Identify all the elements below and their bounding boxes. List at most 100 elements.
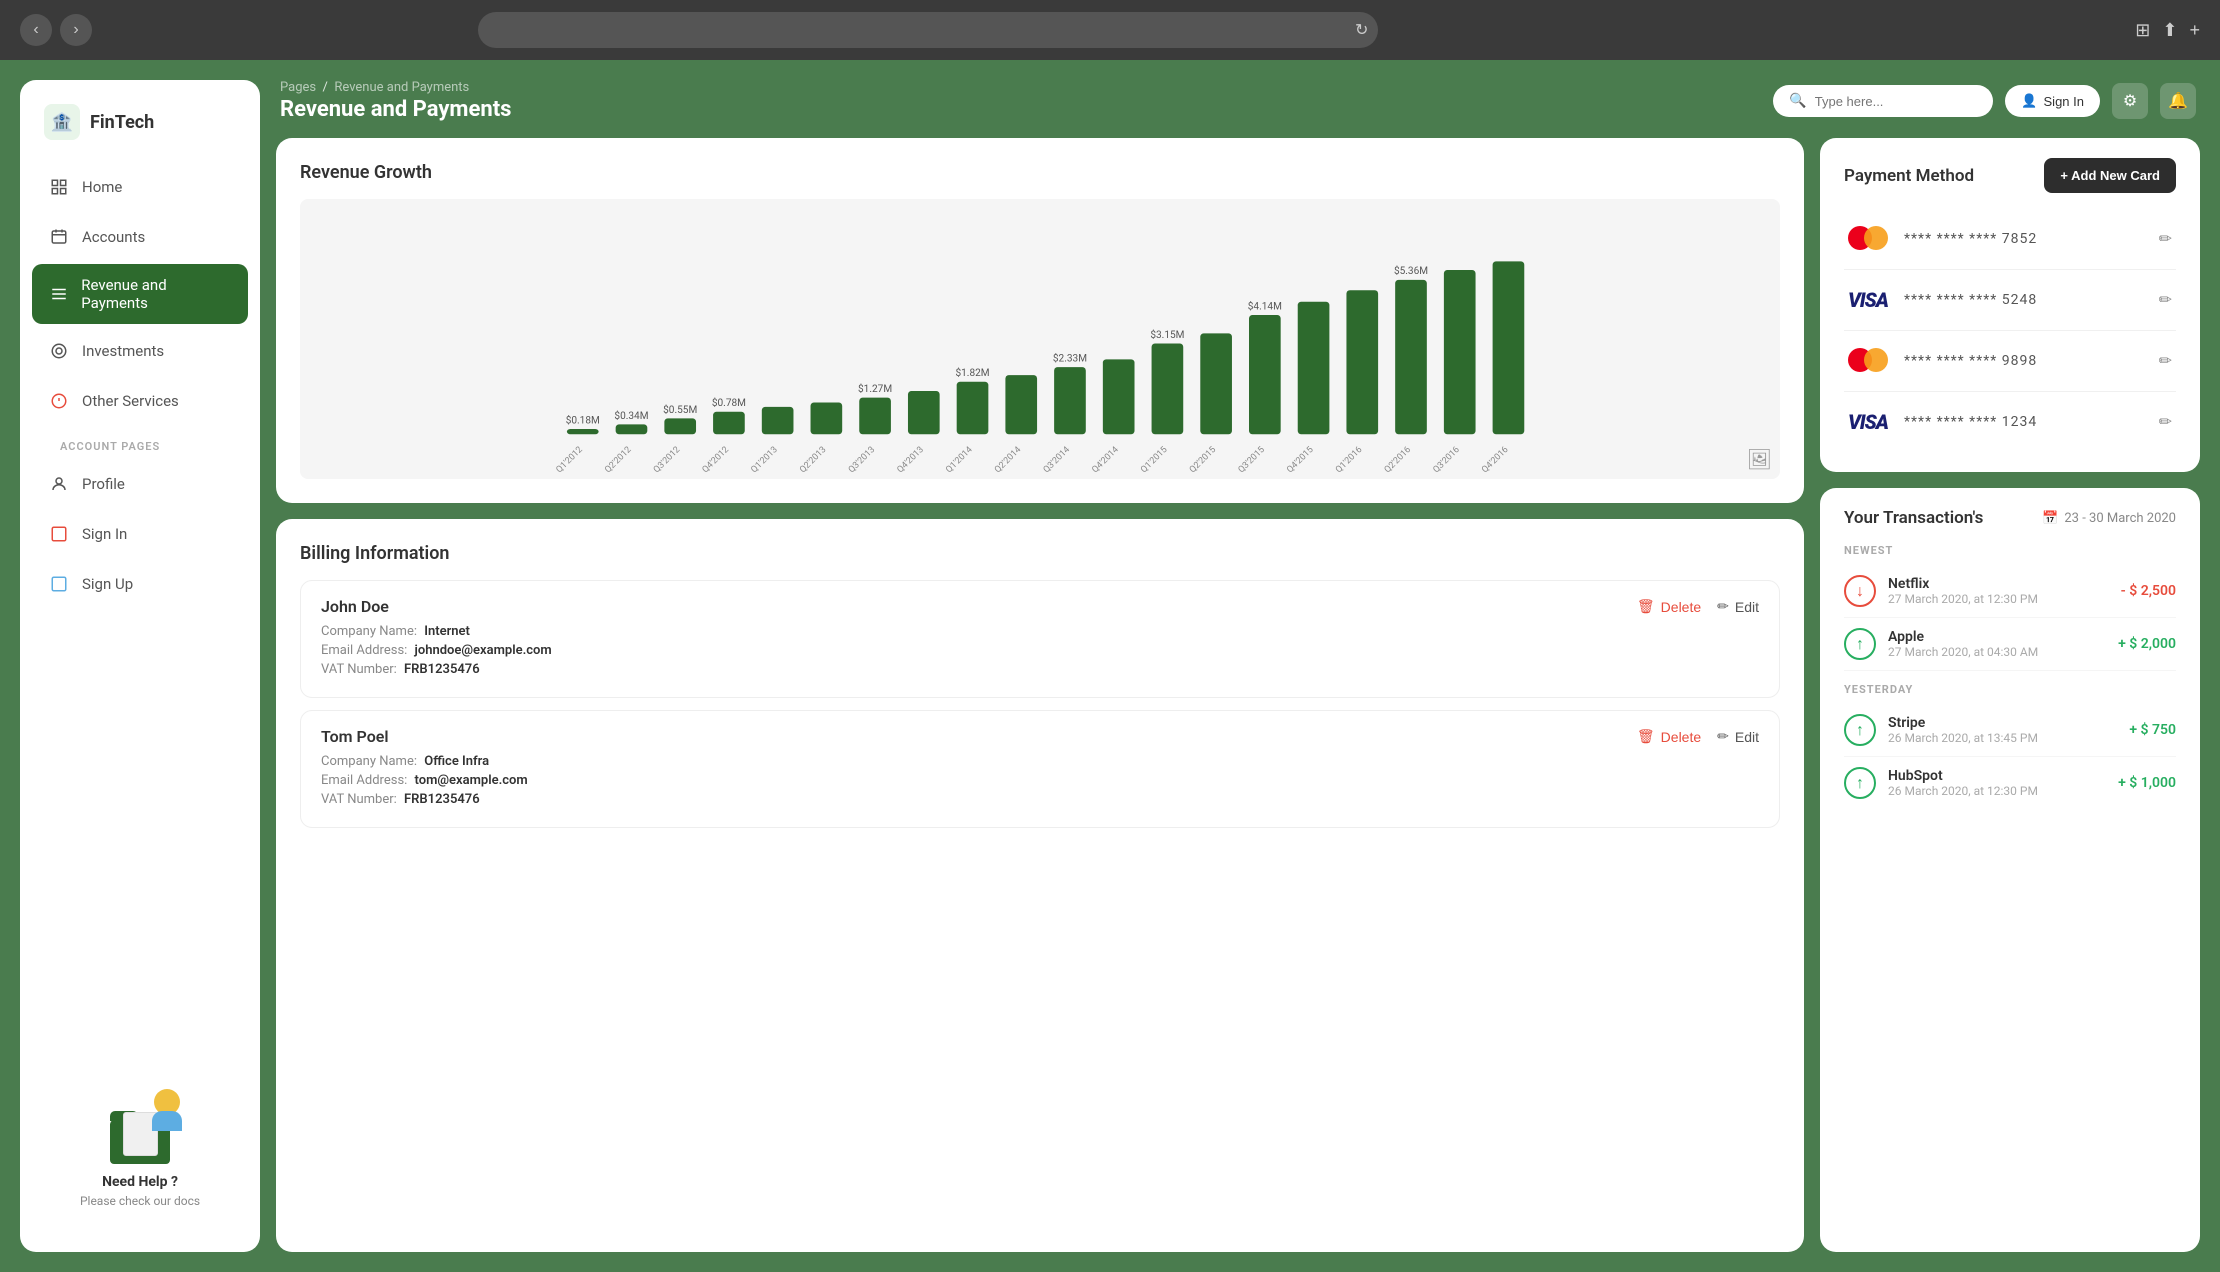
sidebar: 🏦 FinTech Home [20,80,260,1252]
address-bar: ↻ [478,12,1378,48]
sidebar-item-signin[interactable]: Sign In [32,511,248,557]
nav-arrows: ‹ › [20,14,92,46]
browser-chrome: ‹ › ↻ ⊞ ⬆ + [0,0,2220,60]
sidebar-item-revenue[interactable]: Revenue and Payments [32,264,248,324]
transaction-info-stripe: Stripe 26 March 2020, at 13:45 PM [1888,715,2129,745]
refresh-button[interactable]: ↻ [1355,20,1368,40]
signup-label: Sign Up [82,575,133,593]
date-range: 📅 23 - 30 March 2020 [2042,511,2176,526]
svg-text:$5.36M: $5.36M [1394,264,1428,277]
url-input[interactable] [478,12,1378,48]
add-button[interactable]: + [2189,20,2200,41]
settings-button[interactable]: ⚙ [2112,83,2148,119]
card-edit-button-2[interactable]: ✏ [2155,347,2176,375]
transaction-name-hubspot: HubSpot [1888,768,2118,784]
user-icon: 👤 [2021,93,2037,109]
signup-icon [48,573,70,595]
accounts-icon [48,226,70,248]
mastercard-logo-2 [1844,345,1892,377]
search-input[interactable] [1815,94,1991,109]
svg-text:$2.33M: $2.33M [1053,351,1087,364]
transaction-name-stripe: Stripe [1888,715,2129,731]
card-edit-button-0[interactable]: ✏ [2155,225,2176,253]
left-column: Revenue Growth $0.18MQ1'2012$0.34MQ2'201… [276,138,1804,1252]
main-content: Pages / Revenue and Payments Revenue and… [276,80,2200,1252]
svg-text:$3.15M: $3.15M [1150,328,1184,341]
sidebar-item-profile[interactable]: Profile [32,461,248,507]
edit-icon-0: ✏ [1717,598,1729,615]
investments-label: Investments [82,342,164,360]
chart-card: Revenue Growth $0.18MQ1'2012$0.34MQ2'201… [276,138,1804,503]
search-box: 🔍 [1773,85,1993,117]
card-number-2: **** **** **** 9898 [1904,353,2037,369]
svg-text:Q3'2014: Q3'2014 [1042,445,1072,475]
svg-text:$0.55M: $0.55M [663,403,697,416]
billing-actions-1: 🗑 Delete ✏ Edit [1637,728,1759,745]
sidebar-item-other[interactable]: Other Services [32,378,248,424]
delete-button-0[interactable]: 🗑 Delete [1637,598,1701,615]
top-bar: Pages / Revenue and Payments Revenue and… [276,80,2200,122]
sidebar-help: Need Help ? Please check our docs [20,1069,260,1228]
transaction-date-hubspot: 26 March 2020, at 12:30 PM [1888,784,2118,798]
accounts-label: Accounts [82,228,145,246]
logo-icon: 🏦 [44,104,80,140]
chart-image-icon: 🖼 [1747,447,1772,471]
svg-text:$1.27M: $1.27M [858,382,892,395]
delete-button-1[interactable]: 🗑 Delete [1637,728,1701,745]
billing-vat-0: VAT Number: FRB1235476 [321,662,1759,677]
svg-text:Q3'2012: Q3'2012 [652,445,682,475]
card-edit-button-1[interactable]: ✏ [2155,286,2176,314]
back-button[interactable]: ‹ [20,14,52,46]
yesterday-label: YESTERDAY [1844,683,2176,696]
new-tab-button[interactable]: ⊞ [2135,20,2150,41]
billing-title: Billing Information [300,543,1780,564]
payment-card: Payment Method + Add New Card [1820,138,2200,472]
edit-icon-1: ✏ [1717,728,1729,745]
revenue-label: Revenue and Payments [81,276,232,312]
svg-text:Q4'2015: Q4'2015 [1285,445,1315,475]
billing-actions-0: 🗑 Delete ✏ Edit [1637,598,1759,615]
svg-text:Q2'2012: Q2'2012 [603,445,633,475]
card-number-3: **** **** **** 1234 [1904,414,2037,430]
svg-text:Q4'2012: Q4'2012 [701,445,731,475]
account-pages-label: ACCOUNT PAGES [32,428,248,461]
svg-text:Q3'2015: Q3'2015 [1237,445,1267,475]
svg-text:Q2'2013: Q2'2013 [798,445,828,475]
transaction-amount-netflix: - $ 2,500 [2121,583,2176,599]
logo-text: FinTech [90,112,154,133]
page-title: Revenue and Payments [280,97,511,122]
card-info-3: VISA **** **** **** 1234 [1844,406,2155,438]
visa-logo-1: VISA [1844,284,1892,316]
card-number-0: **** **** **** 7852 [1904,231,2037,247]
edit-button-0[interactable]: ✏ Edit [1717,598,1759,615]
revenue-icon [48,283,69,305]
topbar-signin-button[interactable]: 👤 Sign In [2005,85,2100,117]
transaction-amount-apple: + $ 2,000 [2118,636,2176,652]
payment-title: Payment Method [1844,166,1974,186]
add-card-button[interactable]: + Add New Card [2044,158,2176,193]
transaction-info-apple: Apple 27 March 2020, at 04:30 AM [1888,629,2118,659]
sidebar-item-home[interactable]: Home [32,164,248,210]
svg-text:Q2'2014: Q2'2014 [993,445,1023,475]
svg-text:Q1'2013: Q1'2013 [749,445,779,475]
mastercard-logo-0 [1844,223,1892,255]
billing-vat-1: VAT Number: FRB1235476 [321,792,1759,807]
browser-actions: ⊞ ⬆ + [2135,20,2200,41]
sidebar-item-investments[interactable]: Investments [32,328,248,374]
card-number-1: **** **** **** 5248 [1904,292,2037,308]
breadcrumb: Pages / Revenue and Payments Revenue and… [280,80,511,122]
forward-button[interactable]: › [60,14,92,46]
edit-button-1[interactable]: ✏ Edit [1717,728,1759,745]
billing-company-1: Company Name: Office Infra [321,754,1759,769]
search-icon: 🔍 [1789,93,1806,109]
notifications-button[interactable]: 🔔 [2160,83,2196,119]
svg-text:$0.34M: $0.34M [614,409,648,422]
billing-item-header-1: Tom Poel 🗑 Delete ✏ Edit [321,727,1759,746]
card-edit-button-3[interactable]: ✏ [2155,408,2176,436]
svg-text:Q1'2014: Q1'2014 [944,445,974,475]
sidebar-item-signup[interactable]: Sign Up [32,561,248,607]
sidebar-item-accounts[interactable]: Accounts [32,214,248,260]
card-item-2: **** **** **** 9898 ✏ [1844,331,2176,392]
share-button[interactable]: ⬆ [2162,20,2177,41]
svg-text:Q1'2016: Q1'2016 [1334,445,1364,475]
